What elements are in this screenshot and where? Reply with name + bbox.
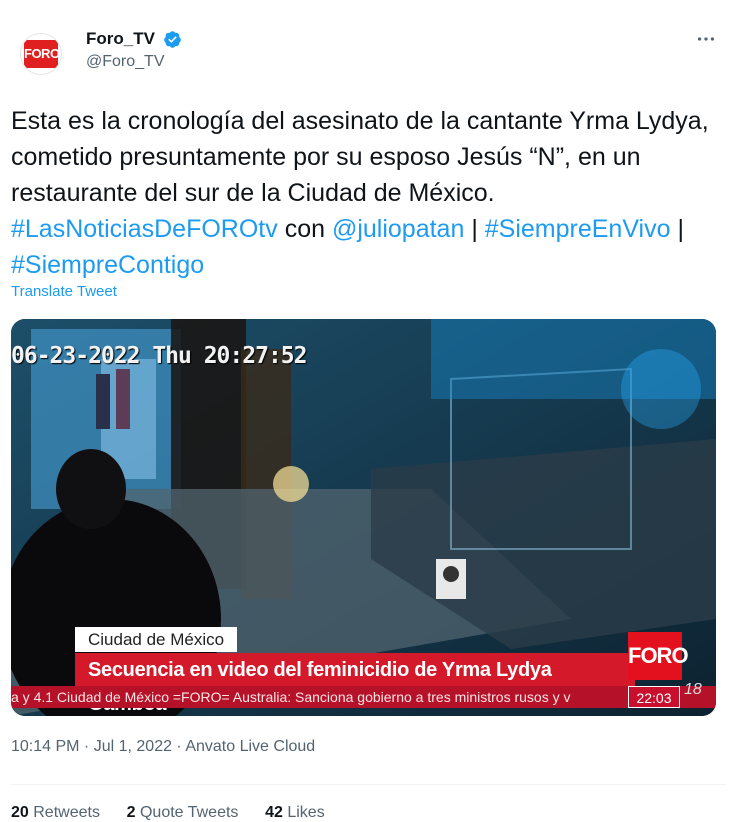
news-ticker: a y 4.1 Ciudad de México =FORO= Australi… <box>11 686 716 708</box>
tweet-connector-text: con <box>277 215 332 243</box>
tweet-date[interactable]: Jul 1, 2022 <box>94 738 172 755</box>
quote-tweets-stat[interactable]: 2 Quote Tweets <box>127 804 239 821</box>
separator-text: | <box>464 215 485 243</box>
retweets-label: Retweets <box>33 804 100 821</box>
headline-lower-third: Secuencia en video del feminicidio de Yr… <box>75 653 635 715</box>
more-options-button[interactable] <box>688 28 724 52</box>
avatar[interactable]: FORO <box>20 33 62 75</box>
separator-text: | <box>670 215 684 243</box>
foro-channel-logo: FORO <box>628 632 689 680</box>
author-display-name[interactable]: Foro_TV <box>86 29 155 49</box>
cctv-timestamp-overlay: 06-23-2022 Thu 20:27:52 <box>11 343 307 369</box>
hashtag-lasnoticiasdeforotv[interactable]: #LasNoticiasDeFOROtv <box>11 215 278 243</box>
author-handle[interactable]: @Foro_TV <box>86 53 182 71</box>
tweet-text: Esta es la cronología del asesinato de l… <box>11 103 726 283</box>
tweet-source[interactable]: Anvato Live Cloud <box>185 738 315 755</box>
quotes-count: 2 <box>126 804 136 821</box>
translate-tweet-link[interactable]: Translate Tweet <box>11 283 117 300</box>
divider <box>11 784 726 785</box>
meta-separator: · <box>171 738 186 755</box>
tweet-stats: 20 Retweets 2 Quote Tweets 42 Likes <box>11 804 325 822</box>
broadcast-clock: 22:03 <box>628 686 680 708</box>
tweet-time[interactable]: 10:14 PM <box>11 738 79 755</box>
author-block[interactable]: Foro_TV @Foro_TV <box>86 29 182 71</box>
hashtag-siempreenvivo[interactable]: #SiempreEnVivo <box>485 215 671 243</box>
tweet-header: FORO Foro_TV @Foro_TV <box>0 0 747 90</box>
corner-number: 18 <box>684 681 702 698</box>
hashtag-siemprecontigo[interactable]: #SiempreContigo <box>11 251 204 279</box>
mention-juliopatan[interactable]: @juliopatan <box>332 215 464 243</box>
likes-count: 42 <box>265 804 283 821</box>
likes-label: Likes <box>287 804 325 821</box>
more-horizontal-icon <box>697 37 715 41</box>
tweet-timestamp: 10:14 PM · Jul 1, 2022 · Anvato Live Clo… <box>11 738 315 756</box>
tweet-body-text: Esta es la cronología del asesinato de l… <box>11 107 709 207</box>
retweets-stat[interactable]: 20 Retweets <box>11 804 100 821</box>
quotes-label: Quote Tweets <box>139 804 239 821</box>
video-player[interactable]: 06-23-2022 Thu 20:27:52 Ciudad de México… <box>11 319 716 716</box>
meta-separator: · <box>79 738 94 755</box>
likes-stat[interactable]: 42 Likes <box>265 804 325 821</box>
foro-logo-avatar: FORO <box>24 40 60 68</box>
location-lower-third: Ciudad de México <box>75 627 238 652</box>
verified-badge-icon <box>163 30 182 49</box>
retweets-count: 20 <box>11 804 29 821</box>
